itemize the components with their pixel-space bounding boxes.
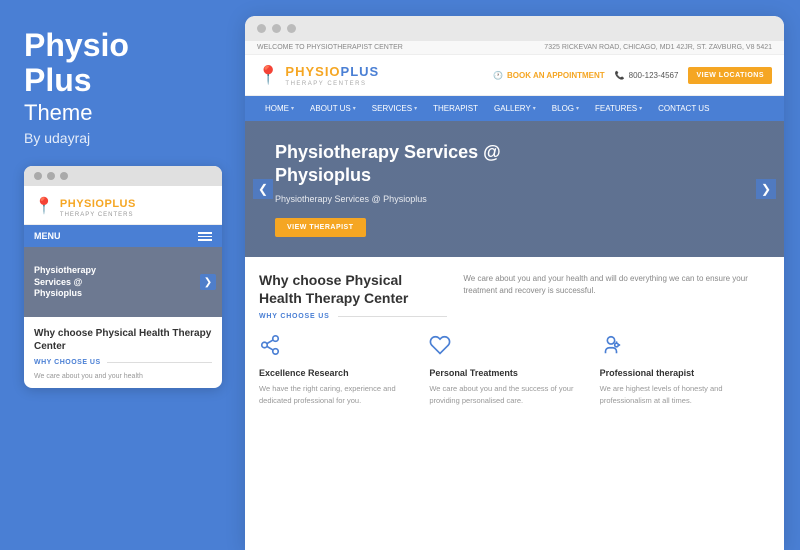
mobile-menu-bar: MENU: [24, 225, 222, 247]
feature-desc-3: We are highest levels of honesty and pro…: [600, 383, 758, 406]
nav-contact[interactable]: CONTACT US: [650, 96, 717, 121]
mobile-menu-label: MENU: [34, 231, 61, 241]
theme-by: By udayraj: [24, 130, 221, 146]
why-left: Why choose Physical Health Therapy Cente…: [259, 271, 463, 320]
feature-title-2: Personal Treatments: [429, 368, 587, 378]
appointment-icon: 🕐: [493, 71, 503, 80]
top-info-bar: WELCOME TO PHYSIOTHERAPIST CENTER 7325 R…: [245, 41, 784, 55]
logo-text-block: PHYSIOPLUS THERAPY CENTERS: [285, 63, 379, 87]
site-nav: HOME ▾ ABOUT US ▾ SERVICES ▾ THERAPIST G…: [245, 96, 784, 121]
mobile-section-title: Why choose Physical Health Therapy Cente…: [24, 317, 222, 357]
mobile-hero-arrow: ❯: [200, 274, 216, 290]
nav-therapist[interactable]: THERAPIST: [425, 96, 486, 121]
phone-icon: 📞: [615, 71, 625, 80]
share-icon: [259, 334, 417, 362]
hero-cta-button[interactable]: VIEW THERAPIST: [275, 218, 366, 237]
why-section: Why choose Physical Health Therapy Cente…: [245, 257, 784, 320]
browser-dot-3: [287, 24, 296, 33]
mobile-logo-text: PHYSIOPLUS: [60, 198, 136, 210]
mobile-dot-3: [60, 172, 68, 180]
browser-dot-2: [272, 24, 281, 33]
feature-title-3: Professional therapist: [600, 368, 758, 378]
why-right-text: We care about you and your health and wi…: [463, 271, 770, 320]
hero-title: Physiotherapy Services @ Physioplus: [275, 141, 538, 186]
features-row: Excellence Research We have the right ca…: [245, 320, 784, 416]
mobile-why-line: [107, 362, 212, 363]
nav-about[interactable]: ABOUT US ▾: [302, 96, 364, 121]
why-label: WHY CHOOSE US: [259, 313, 330, 320]
why-divider: [338, 316, 448, 317]
mobile-hero-text: Physiotherapy Services @ Physioplus: [34, 265, 96, 300]
nav-home[interactable]: HOME ▾: [257, 96, 302, 121]
person-icon: [600, 334, 758, 362]
top-info-right: 7325 RICKEVAN ROAD, CHICAGO, MD1 42JR, S…: [544, 44, 772, 51]
logo-sub: THERAPY CENTERS: [285, 81, 379, 87]
logo-location-icon: 📍: [257, 65, 279, 86]
site-logo: 📍 PHYSIOPLUS THERAPY CENTERS: [257, 63, 379, 87]
hero-subtitle: Physiotherapy Services @ Physioplus: [275, 194, 538, 204]
feature-title-1: Excellence Research: [259, 368, 417, 378]
hero-next-button[interactable]: ❯: [756, 179, 776, 199]
feature-personal: Personal Treatments We care about you an…: [429, 334, 599, 406]
hero-prev-button[interactable]: ❮: [253, 179, 273, 199]
view-locations-button[interactable]: VIEW LOCATIONS: [688, 67, 772, 84]
nav-gallery[interactable]: GALLERY ▾: [486, 96, 544, 121]
heart-icon: [429, 334, 587, 362]
theme-subtitle: Theme: [24, 100, 221, 126]
mobile-hero: Physiotherapy Services @ Physioplus ❯: [24, 247, 222, 317]
header-appointment: 🕐 BOOK AN APPOINTMENT: [493, 71, 605, 80]
browser-dot-1: [257, 24, 266, 33]
why-title: Why choose Physical Health Therapy Cente…: [259, 271, 447, 307]
feature-excellence: Excellence Research We have the right ca…: [259, 334, 429, 406]
theme-title: Physio Plus Theme By udayraj: [24, 28, 221, 166]
mobile-mockup: 📍 PHYSIOPLUS THERAPY CENTERS MENU Physio…: [24, 166, 222, 388]
hero-content: Physiotherapy Services @ Physioplus Phys…: [275, 141, 538, 237]
logo-main: PHYSIOPLUS: [285, 64, 379, 79]
nav-features[interactable]: FEATURES ▾: [587, 96, 650, 121]
logo-blue: PLUS: [341, 64, 380, 79]
hero-section: ❮ Physiotherapy Services @ Physioplus Ph…: [245, 121, 784, 257]
hamburger-icon: [198, 232, 212, 241]
mobile-logo-sub: THERAPY CENTERS: [60, 212, 136, 218]
mobile-dot-2: [47, 172, 55, 180]
feature-desc-1: We have the right caring, experience and…: [259, 383, 417, 406]
nav-blog[interactable]: BLOG ▾: [544, 96, 587, 121]
site-header: 📍 PHYSIOPLUS THERAPY CENTERS 🕐 BOOK AN A…: [245, 55, 784, 96]
mobile-dot-1: [34, 172, 42, 180]
feature-desc-2: We care about you and the success of you…: [429, 383, 587, 406]
why-label-row: WHY CHOOSE US: [259, 313, 447, 320]
mobile-logo-bar: 📍 PHYSIOPLUS THERAPY CENTERS: [24, 186, 222, 225]
website-content: WELCOME TO PHYSIOTHERAPIST CENTER 7325 R…: [245, 41, 784, 550]
nav-services[interactable]: SERVICES ▾: [364, 96, 425, 121]
feature-professional: Professional therapist We are highest le…: [600, 334, 770, 406]
mobile-why-row: WHY CHOOSE US: [24, 357, 222, 370]
header-right: 🕐 BOOK AN APPOINTMENT 📞 800-123-4567 VIE…: [493, 67, 772, 84]
right-panel: WELCOME TO PHYSIOTHERAPIST CENTER 7325 R…: [245, 16, 784, 550]
left-panel: Physio Plus Theme By udayraj 📍 PHYSIOPLU…: [0, 0, 245, 550]
browser-chrome: [245, 16, 784, 41]
mobile-location-icon: 📍: [34, 196, 54, 216]
mobile-why-label: WHY CHOOSE US: [34, 359, 101, 366]
mobile-body-text: We care about you and your health: [24, 370, 222, 388]
title-line1: Physio: [24, 27, 129, 63]
title-line2: Plus: [24, 62, 92, 98]
top-info-left: WELCOME TO PHYSIOTHERAPIST CENTER: [257, 44, 403, 51]
header-phone: 📞 800-123-4567: [615, 71, 679, 80]
mobile-top-bar: [24, 166, 222, 186]
